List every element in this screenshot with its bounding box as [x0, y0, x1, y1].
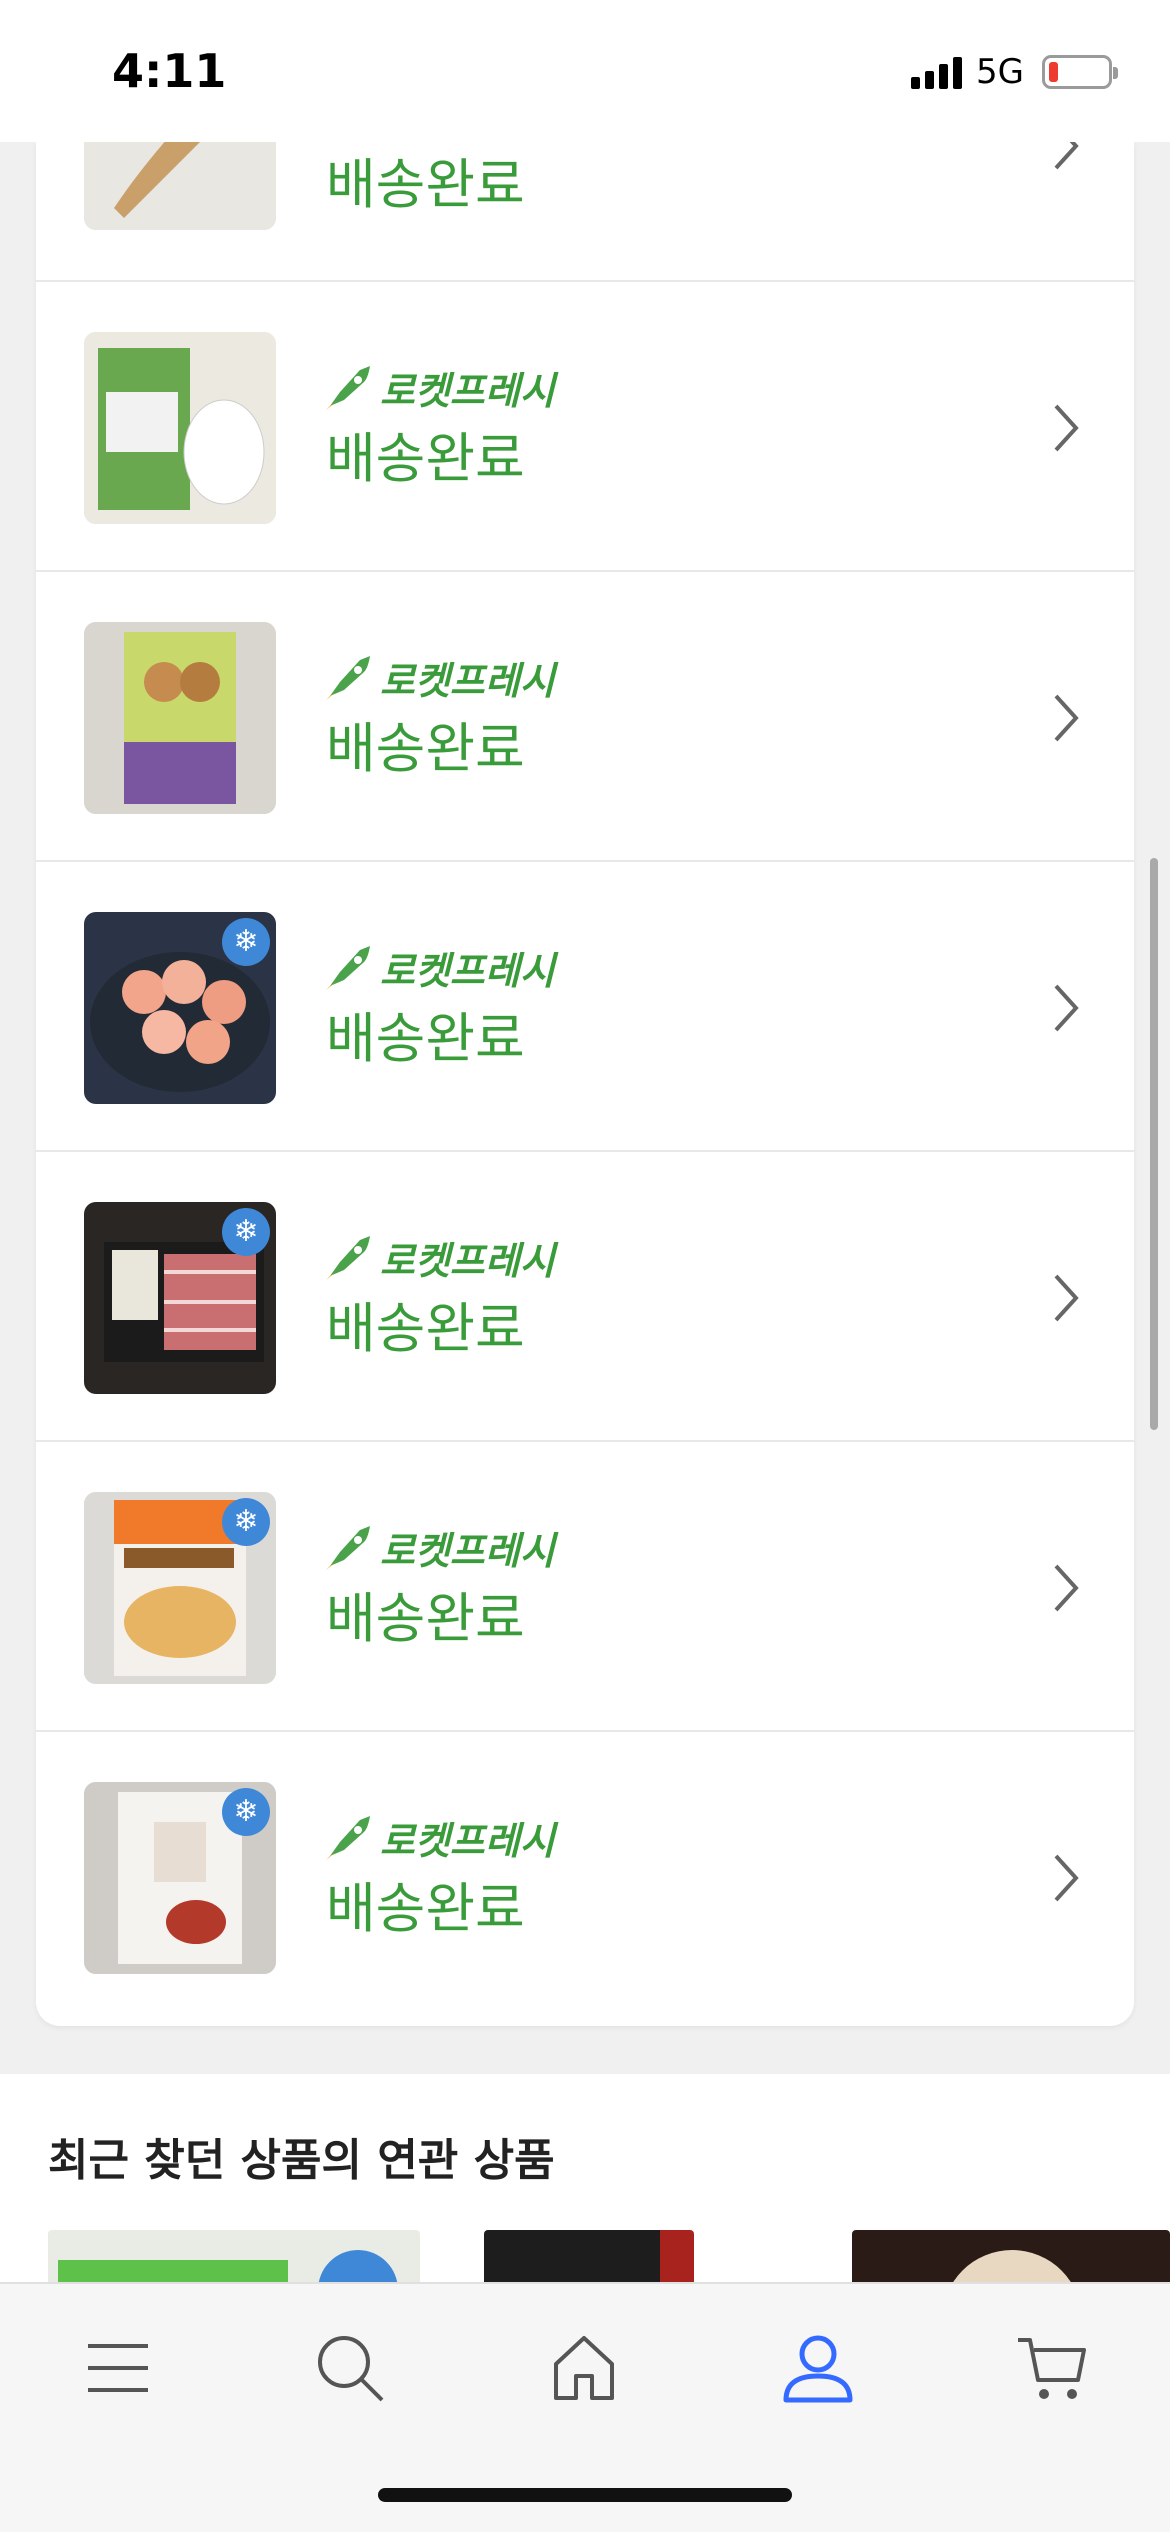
- delivery-status: 배송완료: [326, 1587, 525, 1650]
- chevron-right-icon: [1054, 694, 1079, 742]
- product-image: ❄: [84, 1202, 276, 1394]
- battery-icon: [1042, 55, 1118, 89]
- frozen-badge: ❄: [222, 1498, 270, 1546]
- nav-my-coupang[interactable]: [770, 2320, 866, 2416]
- rocket-icon: [326, 1816, 370, 1860]
- order-row[interactable]: ❄ 로켓프레시 배송완료: [36, 1732, 1134, 2022]
- scrollbar[interactable]: [1150, 858, 1158, 1430]
- search-icon: [318, 2336, 384, 2402]
- order-row[interactable]: 로켓프레시 배송완료: [36, 282, 1134, 572]
- nav-search[interactable]: [302, 2320, 398, 2416]
- rocket-fresh-label: 로켓프레시: [324, 362, 555, 413]
- frozen-badge: ❄: [222, 1208, 270, 1256]
- chevron-right-icon: [1054, 984, 1079, 1032]
- rocket-fresh-label: 로켓프레시: [324, 1232, 555, 1283]
- rocket-icon: [326, 366, 370, 410]
- product-image: ❄: [84, 912, 276, 1104]
- status-time: 4:11: [112, 44, 227, 98]
- chevron-right-icon: [1054, 1854, 1079, 1902]
- order-row[interactable]: ❄ 로켓프레시 배송완료: [36, 1442, 1134, 1732]
- order-row[interactable]: 로켓프레시 배송완료: [36, 572, 1134, 862]
- delivery-status: 배송완료: [326, 427, 525, 490]
- chevron-right-icon: [1054, 404, 1079, 452]
- frozen-badge: ❄: [222, 1788, 270, 1836]
- order-list-card: 배송완료 로켓프레시 배송완료 로켓프레시 배송완료 ❄ 로켓프레시 배송완료 …: [36, 88, 1134, 2026]
- network-label: 5G: [976, 52, 1024, 92]
- product-image: ❄: [84, 1782, 276, 1974]
- home-icon: [554, 2336, 614, 2400]
- delivery-status: 배송완료: [326, 1877, 525, 1940]
- frozen-badge: ❄: [222, 918, 270, 966]
- cart-icon: [1018, 2338, 1086, 2399]
- rocket-icon: [326, 1526, 370, 1570]
- chevron-right-icon: [1054, 1274, 1079, 1322]
- menu-icon: [88, 2344, 148, 2392]
- chevron-right-icon: [1054, 1564, 1079, 1612]
- food-product-image: [84, 332, 276, 524]
- delivery-status: 배송완료: [326, 1297, 525, 1360]
- status-indicators: 5G: [911, 52, 1118, 92]
- delivery-status: 배송완료: [326, 717, 525, 780]
- delivery-status: 배송완료: [326, 1007, 525, 1070]
- profile-icon: [783, 2335, 853, 2403]
- section-title: 최근 찾던 상품의 연관 상품: [48, 2135, 555, 2186]
- rocket-fresh-label: 로켓프레시: [324, 1522, 555, 1573]
- product-image: [84, 622, 276, 814]
- rocket-icon: [326, 656, 370, 700]
- order-row[interactable]: ❄ 로켓프레시 배송완료: [36, 1152, 1134, 1442]
- rocket-icon: [326, 946, 370, 990]
- signal-icon: [911, 55, 963, 89]
- home-indicator[interactable]: [378, 2488, 792, 2502]
- order-row[interactable]: 배송완료: [36, 88, 1134, 282]
- nav-home[interactable]: [536, 2320, 632, 2416]
- nav-menu[interactable]: [70, 2320, 166, 2416]
- order-row[interactable]: ❄ 로켓프레시 배송완료: [36, 862, 1134, 1152]
- product-image: ❄: [84, 1492, 276, 1684]
- delivery-status: 배송완료: [326, 153, 525, 216]
- rocket-fresh-label: 로켓프레시: [324, 1812, 555, 1863]
- nav-cart[interactable]: [1004, 2320, 1100, 2416]
- rocket-fresh-label: 로켓프레시: [324, 942, 555, 993]
- food-product-image: [84, 622, 276, 814]
- product-image: [84, 332, 276, 524]
- status-bar: 4:11 5G: [0, 0, 1170, 142]
- rocket-fresh-label: 로켓프레시: [324, 652, 555, 703]
- rocket-icon: [326, 1236, 370, 1280]
